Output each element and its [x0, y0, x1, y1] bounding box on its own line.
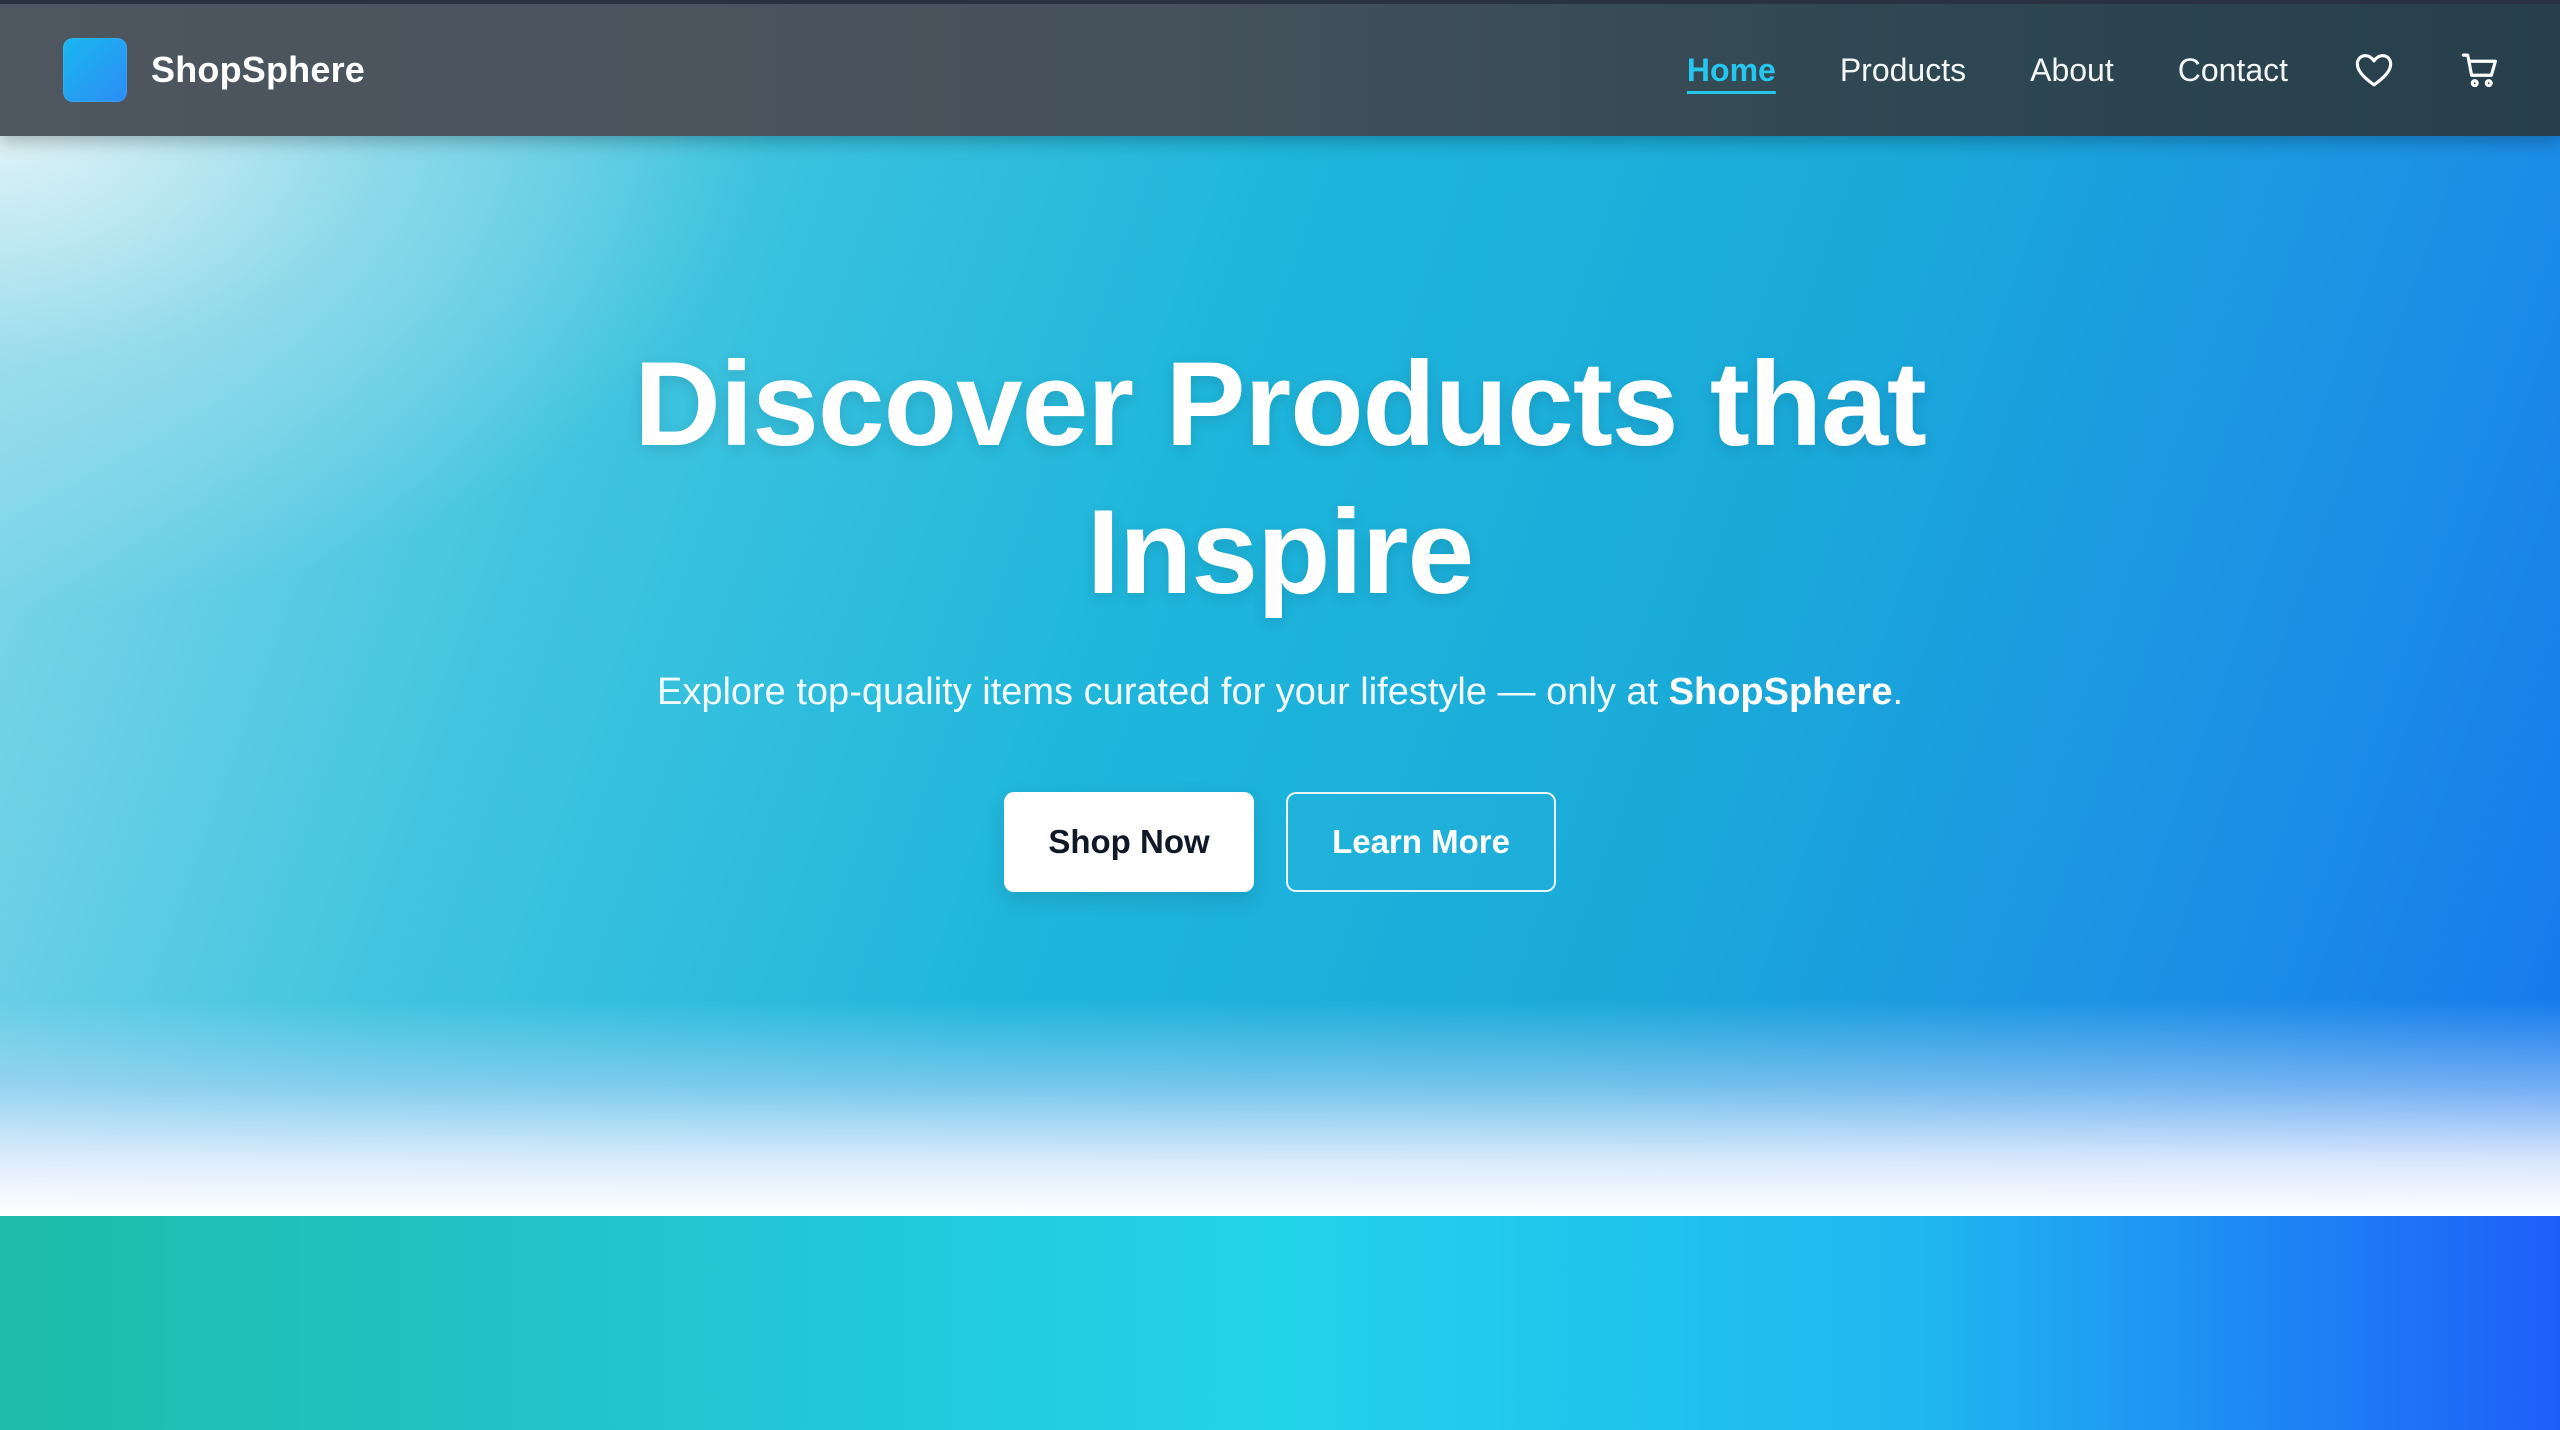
- hero-subtitle-text: Explore top-quality items curated for yo…: [656, 671, 1669, 713]
- cart-button[interactable]: [2458, 48, 2502, 92]
- nav-link-home[interactable]: Home: [1687, 54, 1776, 86]
- hero-cta-row: Shop Now Learn More: [0, 792, 2560, 892]
- wishlist-button[interactable]: [2352, 48, 2396, 92]
- nav-link-about[interactable]: About: [2030, 54, 2114, 86]
- brand-logo: [63, 38, 127, 102]
- nav-links: Home Products About Contact: [1623, 4, 2560, 136]
- hero-section: Discover Products that Inspire Explore t…: [0, 0, 2560, 1216]
- hero-subtitle-brand: ShopSphere: [1668, 671, 1893, 713]
- brand-name: ShopSphere: [151, 49, 366, 90]
- hero-content: Discover Products that Inspire Explore t…: [0, 330, 2560, 716]
- brand[interactable]: ShopSphere: [63, 38, 365, 102]
- hero-title: Discover Products that Inspire: [634, 337, 1927, 619]
- top-navbar: ShopSphere Home Products About Contact: [0, 0, 2560, 136]
- nav-link-contact[interactable]: Contact: [2178, 54, 2288, 86]
- hero-subtitle: Explore top-quality items curated for yo…: [0, 668, 2560, 716]
- shop-now-button[interactable]: Shop Now: [1004, 792, 1254, 892]
- hero-bottom-fade: [0, 1000, 2560, 1216]
- cart-icon: [2461, 53, 2497, 88]
- hero-subtitle-period: .: [1892, 671, 1904, 713]
- heart-icon: [2355, 54, 2393, 87]
- learn-more-button[interactable]: Learn More: [1286, 792, 1556, 892]
- page: Discover Products that Inspire Explore t…: [0, 0, 2560, 1430]
- nav-link-products[interactable]: Products: [1840, 54, 1966, 86]
- bottom-gradient-band: [0, 1216, 2560, 1430]
